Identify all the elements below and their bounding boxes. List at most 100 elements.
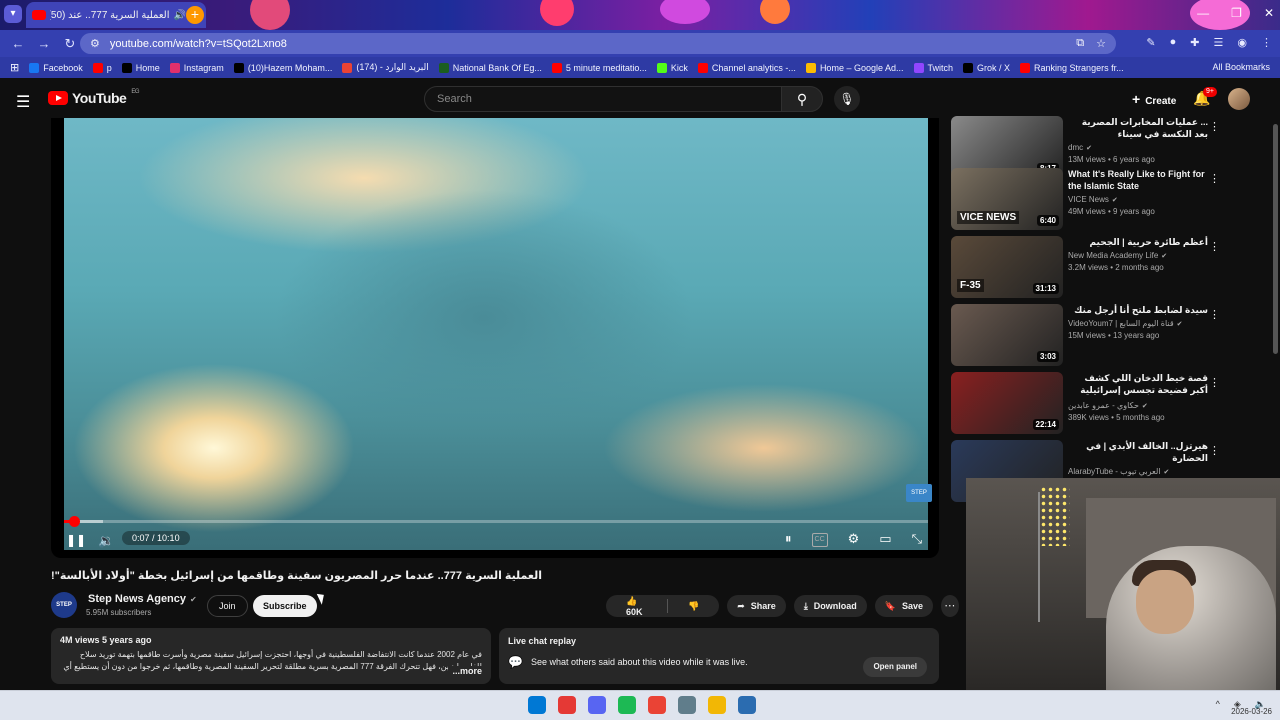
description-box[interactable]: 4M views 5 years ago في عام 2002 عندما ك… bbox=[51, 628, 491, 684]
recommended-video[interactable]: 3:03 سيدة لضابط ملتح أنا أرجل منك VideoYou… bbox=[951, 304, 1271, 368]
more-actions-icon[interactable]: ⋯ bbox=[941, 595, 959, 617]
video-thumbnail[interactable]: F-35 31:13 bbox=[951, 236, 1063, 298]
taskbar-app-icon[interactable] bbox=[738, 696, 756, 714]
subscribe-button[interactable]: Subscribe bbox=[253, 595, 317, 617]
taskbar-app-icon[interactable] bbox=[528, 696, 546, 714]
profile-icon[interactable]: ◉ bbox=[1237, 36, 1247, 49]
bookmark-item[interactable]: Home bbox=[121, 62, 160, 73]
share-button[interactable]: ➦ Share bbox=[727, 595, 786, 617]
video-thumbnail[interactable]: VICE NEWS 6:40 bbox=[951, 168, 1063, 230]
settings-gear-icon[interactable]: ⚙ bbox=[848, 531, 860, 547]
video-frame[interactable] bbox=[64, 118, 928, 550]
all-bookmarks-button[interactable]: All Bookmarks bbox=[1212, 62, 1270, 72]
extension-icon[interactable]: ✎ bbox=[1146, 36, 1155, 49]
volume-icon[interactable]: 🔉 bbox=[98, 533, 114, 549]
more-options-icon[interactable]: ⋮ bbox=[1209, 308, 1220, 321]
restore-icon[interactable]: ❐ bbox=[1231, 6, 1242, 20]
audio-icon[interactable]: 🔊 bbox=[173, 10, 185, 21]
fullscreen-exit-icon[interactable]: ⤡ bbox=[912, 531, 922, 547]
theater-mode-icon[interactable]: ▭ bbox=[879, 531, 891, 547]
subtitles-icon[interactable]: CC bbox=[811, 533, 828, 547]
recommended-video[interactable]: VICE NEWS 6:40 What It's Really Like to Fi… bbox=[951, 168, 1271, 232]
search-button[interactable]: ⚲ bbox=[781, 86, 823, 112]
active-tab[interactable]: العملية السرية 777.. عند (50) 🔊 ✕ bbox=[26, 2, 206, 28]
address-bar[interactable]: ⚙ youtube.com/watch?v=tSQot2Lxno8 ⧉ ☆ bbox=[80, 33, 1116, 54]
new-tab-button[interactable]: + bbox=[186, 6, 204, 24]
extensions-puzzle-icon[interactable]: ✚ bbox=[1190, 36, 1199, 49]
forward-icon[interactable]: → bbox=[36, 36, 52, 51]
bookmark-item[interactable]: Channel analytics -... bbox=[697, 62, 796, 73]
bookmark-item[interactable]: Kick bbox=[656, 62, 688, 73]
open-panel-button[interactable]: Open panel bbox=[863, 657, 927, 677]
taskbar-app-icon[interactable] bbox=[588, 696, 606, 714]
autoplay-toggle-icon[interactable]: ⏸ bbox=[785, 531, 792, 547]
channel-name-wrap[interactable]: Step News Agency ✔ bbox=[88, 593, 197, 605]
video-thumbnail[interactable]: 22:14 bbox=[951, 372, 1063, 434]
bookmark-item[interactable]: Twitch bbox=[913, 62, 953, 73]
browser-menu-icon[interactable]: ⋮ bbox=[1261, 36, 1272, 49]
save-button[interactable]: 🔖 Save bbox=[874, 595, 934, 617]
search-input[interactable]: Search bbox=[424, 86, 782, 112]
scrubber-handle[interactable] bbox=[68, 516, 80, 527]
bookmark-star-icon[interactable]: ☆ bbox=[1096, 37, 1106, 50]
reading-list-icon[interactable]: ☰ bbox=[1214, 36, 1224, 49]
video-channel[interactable]: حكاوي - عمرو عابدين bbox=[1068, 401, 1139, 410]
show-more-link[interactable]: ...more bbox=[448, 666, 482, 676]
video-title[interactable]: سيدة لضابط ملتح أنا أرجل منك bbox=[1068, 304, 1208, 316]
video-thumbnail[interactable]: 3:03 bbox=[951, 304, 1063, 366]
tray-chevron-icon[interactable]: ^ bbox=[1216, 699, 1220, 710]
bookmark-item[interactable]: البريد الوارد - (174) bbox=[342, 62, 429, 73]
more-options-icon[interactable]: ⋮ bbox=[1209, 444, 1220, 457]
bookmark-item[interactable]: p bbox=[92, 62, 112, 73]
video-player[interactable]: STEP ❚❚ 🔉 0:07 / 10:10 ⏸ CC ⚙ ▭ ⤡ bbox=[51, 118, 939, 558]
pause-icon[interactable]: ❚❚ bbox=[66, 533, 86, 547]
more-options-icon[interactable]: ⋮ bbox=[1209, 376, 1220, 389]
back-icon[interactable]: ← bbox=[10, 36, 26, 51]
more-options-icon[interactable]: ⋮ bbox=[1209, 120, 1220, 133]
bookmark-item[interactable]: (10)Hazem Moham... bbox=[233, 62, 332, 73]
taskbar-app-icon[interactable] bbox=[558, 696, 576, 714]
install-app-icon[interactable]: ⧉ bbox=[1076, 37, 1084, 50]
recommended-video[interactable]: 22:14 قصة خيط الدخان اللي كشف أكبر فضيحة … bbox=[951, 372, 1271, 436]
bookmark-item[interactable]: Grok / X bbox=[963, 62, 1010, 73]
scrollbar-thumb[interactable] bbox=[1273, 124, 1278, 354]
account-avatar[interactable] bbox=[1228, 88, 1250, 110]
video-channel[interactable]: VICE News bbox=[1068, 195, 1109, 204]
taskbar-app-icon[interactable] bbox=[648, 696, 666, 714]
site-info-icon[interactable]: ⚙ bbox=[90, 37, 100, 50]
video-channel[interactable]: AlarabyTube - العربي تيوب bbox=[1068, 467, 1161, 476]
reload-icon[interactable]: ↻ bbox=[62, 36, 78, 52]
video-title[interactable]: أعظم طائرة حربية | الجحيم bbox=[1068, 236, 1209, 248]
minimize-icon[interactable]: — bbox=[1197, 6, 1209, 20]
video-title[interactable]: قصة خيط الدخان اللي كشف أكبر فضيحة تجسس … bbox=[1068, 372, 1208, 398]
bookmark-item[interactable]: Home – Google Ad... bbox=[805, 62, 904, 73]
apps-icon[interactable]: ⊞ bbox=[10, 61, 19, 74]
bookmark-item[interactable]: Instagram bbox=[169, 62, 224, 73]
video-channel[interactable]: VideoYoum7 | قناة اليوم السابع bbox=[1068, 319, 1174, 328]
voice-search-button[interactable]: 🎙 bbox=[834, 86, 860, 112]
extension-icon[interactable]: ● bbox=[1170, 36, 1177, 49]
bookmark-item[interactable]: Ranking Strangers fr... bbox=[1020, 62, 1124, 73]
video-title[interactable]: هيرتزل.. الخالف الأبدي | في الحضارة bbox=[1068, 440, 1208, 464]
channel-name[interactable]: Step News Agency bbox=[88, 593, 186, 605]
video-title[interactable]: ... عمليات المخابرات المصرية بعد النكسة … bbox=[1068, 116, 1208, 140]
hamburger-menu-icon[interactable]: ☰ bbox=[16, 92, 30, 112]
youtube-logo[interactable]: YouTube EG bbox=[48, 89, 139, 106]
create-button[interactable]: + Create bbox=[1122, 88, 1186, 110]
taskbar-date[interactable]: 2026-03-26 bbox=[1231, 707, 1272, 716]
download-button[interactable]: ⤓ Download bbox=[793, 595, 867, 617]
channel-watermark[interactable]: STEP bbox=[906, 484, 932, 502]
dislike-button[interactable]: 👎 bbox=[668, 601, 719, 612]
bookmark-item[interactable]: 5 minute meditatio... bbox=[551, 62, 647, 73]
taskbar-app-icon[interactable] bbox=[618, 696, 636, 714]
bookmark-item[interactable]: Facebook bbox=[29, 62, 83, 73]
bookmark-item[interactable]: National Bank Of Eg... bbox=[438, 62, 542, 73]
tab-search-button[interactable]: ▾ bbox=[4, 5, 22, 23]
taskbar-app-icon[interactable] bbox=[678, 696, 696, 714]
progress-bar[interactable] bbox=[64, 516, 928, 527]
join-button[interactable]: Join bbox=[207, 595, 248, 617]
video-channel[interactable]: New Media Academy Life bbox=[1068, 251, 1158, 260]
taskbar-app-icon[interactable] bbox=[708, 696, 726, 714]
close-window-icon[interactable]: ✕ bbox=[1264, 6, 1274, 20]
video-channel[interactable]: dmc bbox=[1068, 143, 1083, 152]
